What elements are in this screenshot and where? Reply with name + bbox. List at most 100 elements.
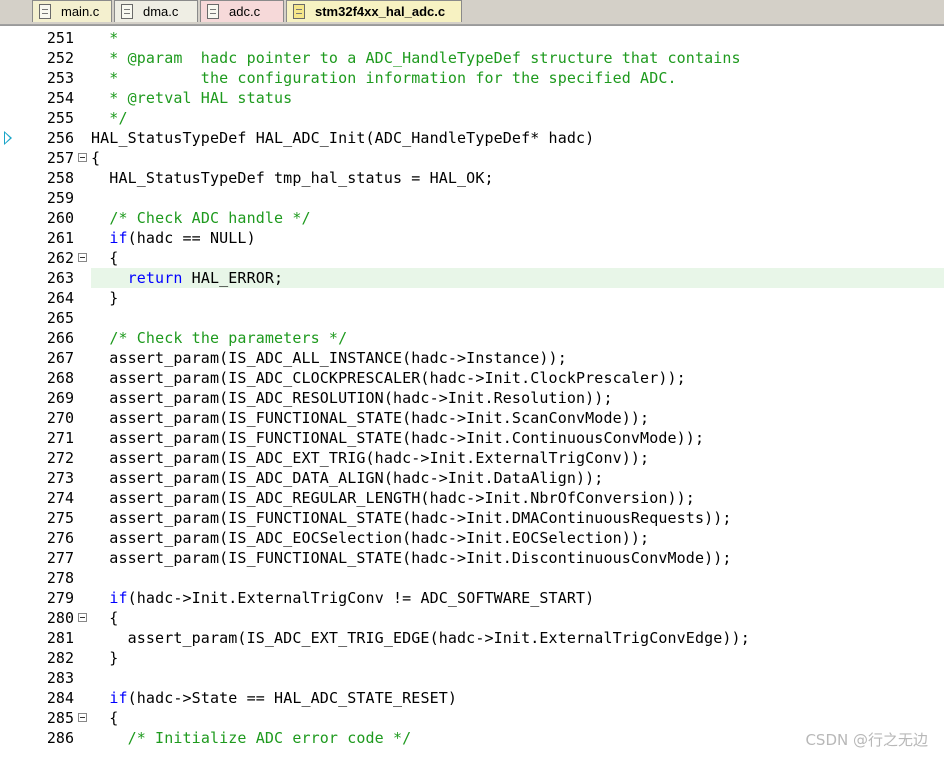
code-text[interactable]: { bbox=[91, 248, 944, 268]
code-text[interactable]: assert_param(IS_ADC_DATA_ALIGN(hadc->Ini… bbox=[91, 468, 944, 488]
code-line[interactable]: 272 assert_param(IS_ADC_EXT_TRIG(hadc->I… bbox=[0, 448, 944, 468]
code-line[interactable]: 273 assert_param(IS_ADC_DATA_ALIGN(hadc-… bbox=[0, 468, 944, 488]
code-text[interactable]: assert_param(IS_ADC_RESOLUTION(hadc->Ini… bbox=[91, 388, 944, 408]
code-line[interactable]: 263 return HAL_ERROR; bbox=[0, 268, 944, 288]
tab-stm32f4xx-hal-adc-c[interactable]: stm32f4xx_hal_adc.c bbox=[286, 0, 462, 22]
line-number: 275 bbox=[46, 509, 74, 527]
code-line[interactable]: 278 bbox=[0, 568, 944, 588]
code-line[interactable]: 260 /* Check ADC handle */ bbox=[0, 208, 944, 228]
line-number: 265 bbox=[46, 309, 74, 327]
code-line[interactable]: 286 /* Initialize ADC error code */ bbox=[0, 728, 944, 748]
code-line[interactable]: 280 { bbox=[0, 608, 944, 628]
code-line[interactable]: 269 assert_param(IS_ADC_RESOLUTION(hadc-… bbox=[0, 388, 944, 408]
fold-collapse-icon[interactable] bbox=[78, 253, 87, 262]
code-text[interactable]: * @param hadc pointer to a ADC_HandleTyp… bbox=[91, 48, 944, 68]
code-line[interactable]: 276 assert_param(IS_ADC_EOCSelection(had… bbox=[0, 528, 944, 548]
code-line[interactable]: 264 } bbox=[0, 288, 944, 308]
code-text[interactable] bbox=[91, 188, 944, 208]
code-token: (hadc->Init.ExternalTrigConv != ADC_SOFT… bbox=[127, 589, 595, 607]
code-text[interactable]: HAL_StatusTypeDef tmp_hal_status = HAL_O… bbox=[91, 168, 944, 188]
code-line[interactable]: 268 assert_param(IS_ADC_CLOCKPRESCALER(h… bbox=[0, 368, 944, 388]
code-line[interactable]: 281 assert_param(IS_ADC_EXT_TRIG_EDGE(ha… bbox=[0, 628, 944, 648]
code-text[interactable]: assert_param(IS_ADC_ALL_INSTANCE(hadc->I… bbox=[91, 348, 944, 368]
code-text[interactable]: assert_param(IS_FUNCTIONAL_STATE(hadc->I… bbox=[91, 428, 944, 448]
code-line[interactable]: 282 } bbox=[0, 648, 944, 668]
c-file-icon bbox=[207, 4, 219, 19]
line-number: 281 bbox=[46, 629, 74, 647]
tab-label: adc.c bbox=[229, 4, 261, 19]
code-line[interactable]: 285 { bbox=[0, 708, 944, 728]
code-line[interactable]: 266 /* Check the parameters */ bbox=[0, 328, 944, 348]
code-line[interactable]: 279 if(hadc->Init.ExternalTrigConv != AD… bbox=[0, 588, 944, 608]
code-line[interactable]: 283 bbox=[0, 668, 944, 688]
tab-dma-c[interactable]: dma.c bbox=[114, 0, 198, 22]
code-text[interactable]: { bbox=[91, 148, 944, 168]
line-number: 266 bbox=[46, 329, 74, 347]
code-line[interactable]: 261 if(hadc == NULL) bbox=[0, 228, 944, 248]
code-editor[interactable]: 251 * 252 * @param hadc pointer to a ADC_… bbox=[0, 25, 944, 759]
code-text[interactable]: if(hadc->State == HAL_ADC_STATE_RESET) bbox=[91, 688, 944, 708]
code-text[interactable]: assert_param(IS_FUNCTIONAL_STATE(hadc->I… bbox=[91, 408, 944, 428]
line-number: 278 bbox=[46, 569, 74, 587]
code-line[interactable]: 254 * @retval HAL status bbox=[0, 88, 944, 108]
code-token: (hadc == NULL) bbox=[127, 229, 256, 247]
code-line[interactable]: 256 HAL_StatusTypeDef HAL_ADC_Init(ADC_Ha… bbox=[0, 128, 944, 148]
code-line[interactable]: 274 assert_param(IS_ADC_REGULAR_LENGTH(h… bbox=[0, 488, 944, 508]
code-text[interactable]: assert_param(IS_FUNCTIONAL_STATE(hadc->I… bbox=[91, 508, 944, 528]
code-text[interactable]: * bbox=[91, 28, 944, 48]
code-line[interactable]: 265 bbox=[0, 308, 944, 328]
code-text[interactable]: assert_param(IS_FUNCTIONAL_STATE(hadc->I… bbox=[91, 548, 944, 568]
tab-adc-c[interactable]: adc.c bbox=[200, 0, 284, 22]
code-text[interactable]: { bbox=[91, 608, 944, 628]
fold-collapse-icon[interactable] bbox=[78, 613, 87, 622]
line-number: 256 bbox=[46, 129, 74, 147]
code-text[interactable]: if(hadc->Init.ExternalTrigConv != ADC_SO… bbox=[91, 588, 944, 608]
code-line[interactable]: 270 assert_param(IS_FUNCTIONAL_STATE(had… bbox=[0, 408, 944, 428]
code-text[interactable]: /* Check ADC handle */ bbox=[91, 208, 944, 228]
code-text[interactable]: if(hadc == NULL) bbox=[91, 228, 944, 248]
code-text[interactable]: HAL_StatusTypeDef HAL_ADC_Init(ADC_Handl… bbox=[91, 128, 944, 148]
code-text[interactable] bbox=[91, 308, 944, 328]
tab-main-c[interactable]: main.c bbox=[32, 0, 112, 22]
code-line[interactable]: 277 assert_param(IS_FUNCTIONAL_STATE(had… bbox=[0, 548, 944, 568]
code-comment: * @param hadc pointer to a ADC_HandleTyp… bbox=[91, 49, 741, 67]
code-text[interactable]: assert_param(IS_ADC_REGULAR_LENGTH(hadc-… bbox=[91, 488, 944, 508]
line-number: 260 bbox=[46, 209, 74, 227]
code-text[interactable]: * @retval HAL status bbox=[91, 88, 944, 108]
fold-collapse-icon[interactable] bbox=[78, 153, 87, 162]
code-text[interactable]: } bbox=[91, 288, 944, 308]
code-line[interactable]: 252 * @param hadc pointer to a ADC_Handl… bbox=[0, 48, 944, 68]
code-line[interactable]: 258 HAL_StatusTypeDef tmp_hal_status = H… bbox=[0, 168, 944, 188]
code-comment: * the configuration information for the … bbox=[91, 69, 677, 87]
code-line[interactable]: 275 assert_param(IS_FUNCTIONAL_STATE(had… bbox=[0, 508, 944, 528]
code-line[interactable]: 267 assert_param(IS_ADC_ALL_INSTANCE(had… bbox=[0, 348, 944, 368]
code-line[interactable]: 284 if(hadc->State == HAL_ADC_STATE_RESE… bbox=[0, 688, 944, 708]
code-line[interactable]: 257 { bbox=[0, 148, 944, 168]
code-text[interactable] bbox=[91, 668, 944, 688]
code-line[interactable]: 253 * the configuration information for … bbox=[0, 68, 944, 88]
code-text[interactable]: /* Check the parameters */ bbox=[91, 328, 944, 348]
code-text[interactable]: assert_param(IS_ADC_CLOCKPRESCALER(hadc-… bbox=[91, 368, 944, 388]
code-text[interactable]: { bbox=[91, 708, 944, 728]
code-text[interactable]: assert_param(IS_ADC_EXT_TRIG_EDGE(hadc->… bbox=[91, 628, 944, 648]
code-line[interactable]: 251 * bbox=[0, 28, 944, 48]
code-text[interactable]: * the configuration information for the … bbox=[91, 68, 944, 88]
line-number: 269 bbox=[46, 389, 74, 407]
code-line[interactable]: 255 */ bbox=[0, 108, 944, 128]
fold-collapse-icon[interactable] bbox=[78, 713, 87, 722]
code-token: assert_param(IS_FUNCTIONAL_STATE(hadc->I… bbox=[91, 409, 650, 427]
code-token: assert_param(IS_ADC_ALL_INSTANCE(hadc->I… bbox=[91, 349, 567, 367]
code-token: assert_param(IS_ADC_EXT_TRIG(hadc->Init.… bbox=[91, 449, 650, 467]
code-text[interactable]: } bbox=[91, 648, 944, 668]
code-text[interactable]: return HAL_ERROR; bbox=[91, 268, 944, 288]
code-token: assert_param(IS_ADC_DATA_ALIGN(hadc->Ini… bbox=[91, 469, 604, 487]
code-line[interactable]: 259 bbox=[0, 188, 944, 208]
code-text[interactable]: assert_param(IS_ADC_EXT_TRIG(hadc->Init.… bbox=[91, 448, 944, 468]
code-text[interactable]: assert_param(IS_ADC_EOCSelection(hadc->I… bbox=[91, 528, 944, 548]
code-line[interactable]: 262 { bbox=[0, 248, 944, 268]
code-line[interactable]: 271 assert_param(IS_FUNCTIONAL_STATE(had… bbox=[0, 428, 944, 448]
code-text[interactable]: */ bbox=[91, 108, 944, 128]
code-text[interactable] bbox=[91, 568, 944, 588]
